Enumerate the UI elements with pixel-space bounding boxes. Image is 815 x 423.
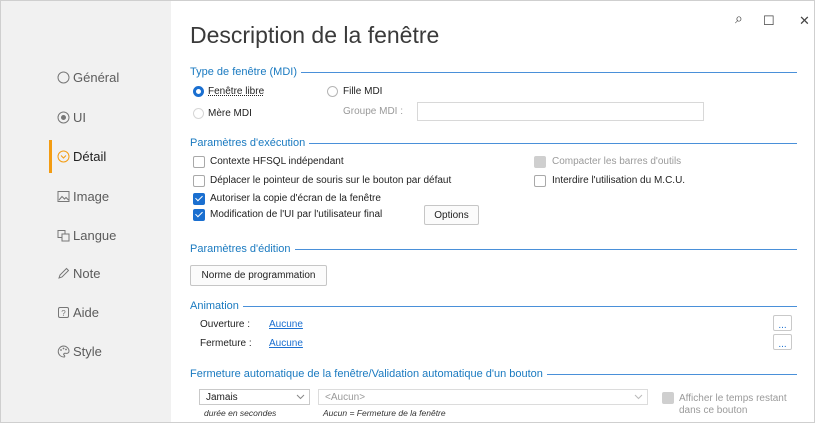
chevron-down-icon: [296, 394, 305, 400]
sidebar-item-image[interactable]: Image: [56, 186, 109, 206]
animation-section-header: Animation: [190, 300, 797, 312]
closing-animation-link[interactable]: Aucune: [269, 338, 303, 349]
sidebar-item-ui[interactable]: UI: [56, 107, 86, 127]
opening-more-button[interactable]: ...: [773, 315, 792, 331]
editing-section-header: Paramètres d'édition: [190, 243, 797, 255]
compact-toolbars-label[interactable]: Compacter les barres d'outils: [552, 156, 681, 167]
sidebar-item-general[interactable]: Général: [56, 67, 119, 87]
sidebar-item-detail[interactable]: Détail: [56, 146, 106, 166]
execution-section-header: Paramètres d'exécution: [190, 137, 797, 149]
section-title: Paramètres d'édition: [190, 243, 291, 255]
page-title: Description de la fenêtre: [190, 22, 440, 48]
allow-screenshot-label[interactable]: Autoriser la copie d'écran de la fenêtre: [210, 193, 381, 204]
opening-animation-link[interactable]: Aucune: [269, 319, 303, 330]
section-title: Animation: [190, 300, 239, 312]
radio-icon: [56, 70, 70, 84]
mdi-group-label: Groupe MDI :: [343, 106, 404, 117]
move-pointer-label[interactable]: Déplacer le pointeur de souris sur le bo…: [210, 175, 451, 186]
section-divider: [301, 71, 797, 73]
section-title: Fermeture automatique de la fenêtre/Vali…: [190, 368, 543, 380]
detail-icon: [56, 149, 70, 163]
image-icon: [56, 189, 70, 203]
show-remaining-checkbox[interactable]: [662, 392, 674, 404]
section-divider: [546, 373, 797, 375]
mdi-section-header: Type de fenêtre (MDI): [190, 66, 797, 78]
sidebar-item-label: Langue: [73, 227, 117, 243]
allow-screenshot-checkbox[interactable]: [193, 193, 205, 205]
show-remaining-label-line2[interactable]: dans ce bouton: [679, 405, 747, 416]
close-icon[interactable]: ✕: [799, 13, 810, 29]
mdi-group-input[interactable]: [417, 102, 704, 121]
sidebar-item-label: Détail: [73, 148, 107, 164]
auto-close-section-header: Fermeture automatique de la fenêtre/Vali…: [190, 368, 797, 380]
sidebar-item-label: Style: [73, 343, 102, 359]
sidebar-item-label: Aide: [73, 304, 100, 320]
palette-icon: [56, 344, 70, 358]
section-divider: [309, 142, 797, 144]
duration-select-value: Jamais: [206, 391, 238, 403]
sidebar-item-language[interactable]: Langue: [56, 225, 116, 245]
maximize-icon[interactable]: ☐: [763, 13, 775, 29]
compact-toolbars-checkbox[interactable]: [534, 156, 546, 168]
sidebar-item-label: Général: [73, 69, 120, 85]
programming-standard-button[interactable]: Norme de programmation: [190, 265, 327, 286]
ui-modification-label[interactable]: Modification de l'UI par l'utilisateur f…: [210, 209, 382, 220]
duration-caption: durée en secondes: [204, 408, 277, 418]
section-divider: [242, 305, 797, 307]
duration-select[interactable]: Jamais: [199, 389, 310, 405]
section-title: Type de fenêtre (MDI): [190, 66, 297, 78]
sidebar-item-style[interactable]: Style: [56, 341, 102, 361]
options-button[interactable]: Options: [424, 205, 479, 225]
active-tab-marker: [49, 140, 52, 173]
forbid-mcu-checkbox[interactable]: [534, 175, 546, 187]
eye-icon: [56, 110, 70, 124]
sidebar-item-note[interactable]: Note: [56, 263, 100, 283]
move-pointer-checkbox[interactable]: [193, 175, 205, 187]
help-icon: ?: [56, 305, 70, 319]
section-title: Paramètres d'exécution: [190, 137, 306, 149]
hfsql-context-label[interactable]: Contexte HFSQL indépendant: [210, 156, 344, 167]
chevron-down-icon: [634, 394, 643, 400]
target-button-caption: Aucun = Fermeture de la fenêtre: [323, 408, 446, 418]
forbid-mcu-label[interactable]: Interdire l'utilisation du M.C.U.: [552, 175, 685, 186]
language-icon: [56, 228, 70, 242]
search-icon[interactable]: ⌕: [735, 10, 743, 27]
section-divider: [294, 248, 797, 250]
sidebar-item-label: Image: [73, 188, 110, 204]
show-remaining-label-line1[interactable]: Afficher le temps restant: [679, 393, 787, 404]
ui-modification-checkbox[interactable]: [193, 209, 205, 221]
hfsql-context-checkbox[interactable]: [193, 156, 205, 168]
mdi-parent-radio[interactable]: [193, 108, 204, 119]
closing-label: Fermeture :: [200, 338, 252, 349]
mdi-child-radio[interactable]: [327, 86, 338, 97]
free-window-radio[interactable]: [193, 86, 204, 97]
sidebar-item-label: UI: [73, 109, 86, 125]
target-button-select-value: <Aucun>: [325, 391, 366, 403]
opening-label: Ouverture :: [200, 319, 251, 330]
pencil-icon: [56, 266, 70, 280]
sidebar-item-label: Note: [73, 265, 101, 281]
closing-more-button[interactable]: ...: [773, 334, 792, 350]
sidebar-item-help[interactable]: ? Aide: [56, 302, 99, 322]
mdi-child-label[interactable]: Fille MDI: [343, 86, 382, 97]
mdi-parent-label[interactable]: Mère MDI: [208, 108, 252, 119]
target-button-select[interactable]: <Aucun>: [318, 389, 648, 405]
free-window-label[interactable]: Fenêtre libre: [208, 86, 264, 97]
svg-text:?: ?: [61, 309, 66, 318]
